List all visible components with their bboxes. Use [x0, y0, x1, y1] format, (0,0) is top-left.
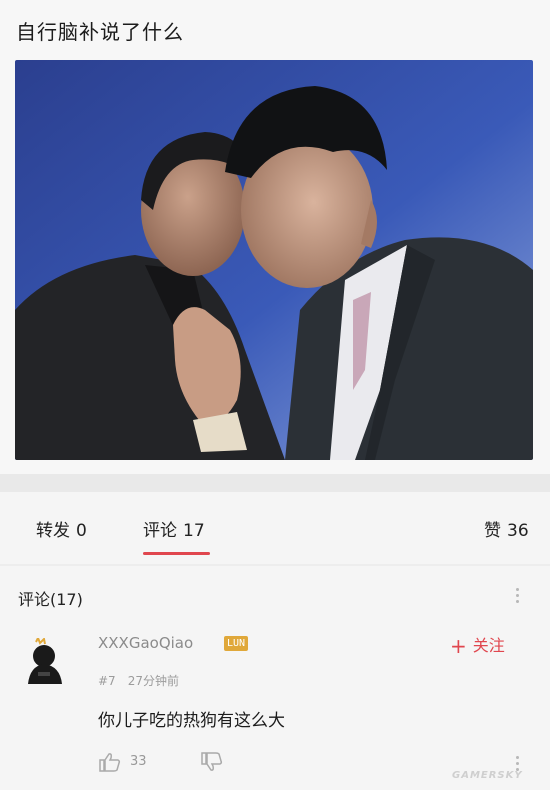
follow-button[interactable]: + 关注 — [450, 632, 505, 658]
follow-label: 关注 — [472, 636, 505, 655]
watermark: GAMERSKY — [452, 770, 523, 781]
comment-username[interactable]: XXXGaoQiao — [98, 634, 193, 652]
comments-header: 评论(17) — [18, 590, 83, 609]
comment-floor: #7 — [98, 674, 116, 688]
thumbs-down-icon[interactable] — [200, 752, 224, 776]
avatar[interactable] — [24, 635, 66, 684]
comment-label: 评论 — [143, 521, 177, 541]
repost-count: 0 — [76, 521, 87, 541]
comment-meta: #7 27分钟前 — [98, 672, 179, 689]
user-level-badge: LUN — [224, 636, 249, 651]
thumbs-up-icon[interactable] — [98, 752, 122, 776]
section-divider — [0, 474, 550, 492]
repost-label: 转发 — [36, 521, 70, 541]
app-screen: 自行脑补说了什么 转发 0 评论 17 赞 36 评论(17) XXXGaoQi… — [0, 0, 550, 790]
plus-icon: + — [450, 634, 467, 658]
like-label: 赞 — [484, 521, 501, 541]
comment-section: 评论(17) XXXGaoQiao LUN + 关注 #7 27分钟前 你儿子吃的热… — [0, 566, 550, 790]
comment-like-count: 33 — [130, 754, 147, 769]
comment-text: 你儿子吃的热狗有这么大 — [98, 711, 285, 731]
comment-time: 27分钟前 — [127, 674, 179, 688]
repost-tab[interactable]: 转发 0 — [36, 516, 87, 541]
comment-count: 17 — [183, 521, 205, 541]
post-stats-bar: 转发 0 评论 17 赞 36 — [0, 492, 550, 564]
like-count: 36 — [507, 521, 529, 541]
post-card: 自行脑补说了什么 — [0, 0, 550, 474]
active-tab-indicator — [143, 552, 210, 555]
more-options-icon[interactable] — [516, 588, 520, 606]
like-tab[interactable]: 赞 36 — [484, 516, 529, 541]
comment-tab[interactable]: 评论 17 — [143, 516, 205, 541]
post-title: 自行脑补说了什么 — [16, 20, 184, 44]
post-image[interactable] — [15, 60, 533, 460]
